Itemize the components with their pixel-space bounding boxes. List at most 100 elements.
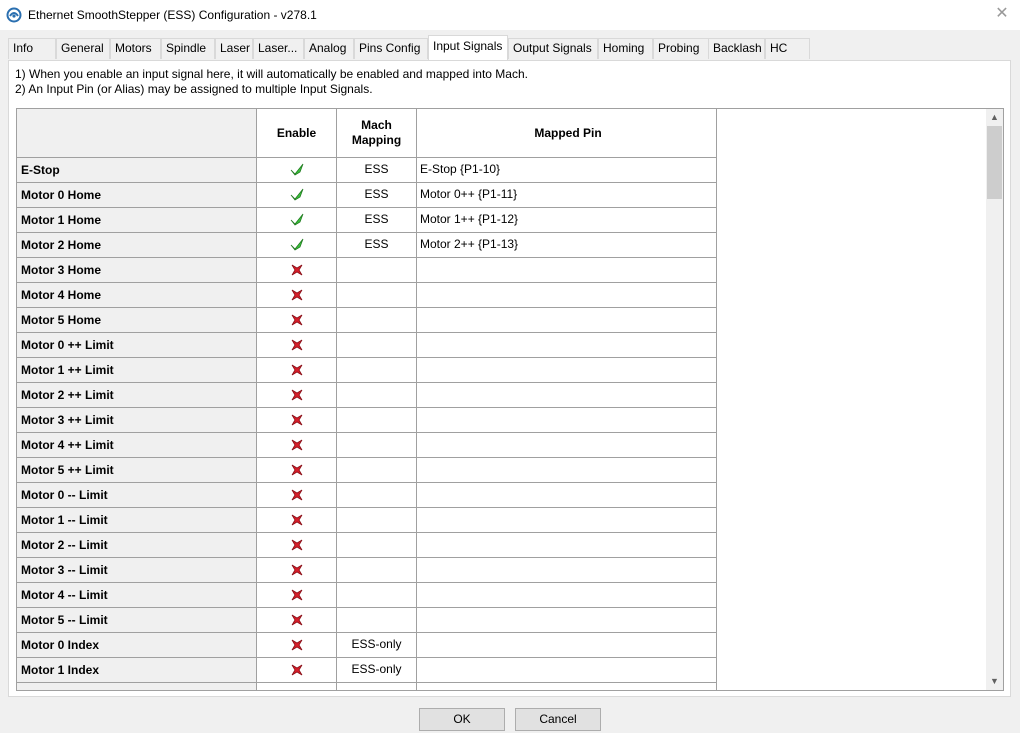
table-row[interactable]: Motor 0 Index ESS-only [17, 633, 717, 658]
red-x-icon[interactable] [290, 513, 304, 527]
mapped-pin-cell[interactable] [417, 458, 717, 483]
close-icon[interactable]: ✕ [992, 4, 1012, 24]
table-row[interactable]: Motor 1 Home ESS Motor 1++ {P1-12} [17, 208, 717, 233]
scrollbar-thumb[interactable] [987, 126, 1002, 199]
mach-mapping-cell[interactable] [337, 583, 417, 608]
enable-cell[interactable] [257, 508, 337, 533]
mach-mapping-cell[interactable] [337, 608, 417, 633]
mapped-pin-cell[interactable]: E-Stop {P1-10} [417, 158, 717, 183]
table-row[interactable] [17, 683, 717, 690]
enable-cell[interactable] [257, 433, 337, 458]
mapped-pin-cell[interactable] [417, 533, 717, 558]
enable-cell[interactable] [257, 533, 337, 558]
mapped-pin-cell[interactable] [417, 358, 717, 383]
mach-mapping-cell[interactable] [337, 683, 417, 690]
table-row[interactable]: Motor 5 -- Limit [17, 608, 717, 633]
mapped-pin-cell[interactable] [417, 608, 717, 633]
mapped-pin-cell[interactable] [417, 683, 717, 690]
table-row[interactable]: Motor 4 Home [17, 283, 717, 308]
red-x-icon[interactable] [290, 363, 304, 377]
tab-pins-config[interactable]: Pins Config [354, 38, 428, 59]
table-row[interactable]: E-Stop ESS E-Stop {P1-10} [17, 158, 717, 183]
mach-mapping-cell[interactable] [337, 358, 417, 383]
enable-cell[interactable] [257, 458, 337, 483]
tab-output-signals[interactable]: Output Signals [508, 38, 598, 59]
table-row[interactable]: Motor 0 ++ Limit [17, 333, 717, 358]
mach-mapping-cell[interactable] [337, 458, 417, 483]
tab-hc[interactable]: HC [765, 38, 810, 59]
mapped-pin-cell[interactable] [417, 508, 717, 533]
red-x-icon[interactable] [290, 463, 304, 477]
enable-cell[interactable] [257, 483, 337, 508]
enable-cell[interactable] [257, 383, 337, 408]
mapped-pin-cell[interactable] [417, 283, 717, 308]
table-row[interactable]: Motor 0 -- Limit [17, 483, 717, 508]
mach-mapping-cell[interactable] [337, 558, 417, 583]
checkmark-icon[interactable] [290, 188, 304, 202]
mapped-pin-cell[interactable] [417, 308, 717, 333]
mapped-pin-cell[interactable] [417, 558, 717, 583]
mach-mapping-cell[interactable] [337, 258, 417, 283]
enable-cell[interactable] [257, 558, 337, 583]
enable-cell[interactable] [257, 408, 337, 433]
enable-cell[interactable] [257, 358, 337, 383]
red-x-icon[interactable] [290, 388, 304, 402]
tab-input-signals[interactable]: Input Signals [428, 35, 508, 60]
table-row[interactable]: Motor 1 ++ Limit [17, 358, 717, 383]
mapped-pin-cell[interactable]: Motor 2++ {P1-13} [417, 233, 717, 258]
red-x-icon[interactable] [290, 288, 304, 302]
checkmark-icon[interactable] [290, 238, 304, 252]
header-mapped-pin[interactable]: Mapped Pin [417, 109, 717, 158]
enable-cell[interactable] [257, 233, 337, 258]
mach-mapping-cell[interactable] [337, 508, 417, 533]
mapped-pin-cell[interactable] [417, 433, 717, 458]
table-row[interactable]: Motor 4 ++ Limit [17, 433, 717, 458]
header-mach-mapping[interactable]: Mach Mapping [337, 109, 417, 158]
red-x-icon[interactable] [290, 438, 304, 452]
tab-general[interactable]: General [56, 38, 110, 59]
tab-homing[interactable]: Homing [598, 38, 653, 59]
mach-mapping-cell[interactable] [337, 483, 417, 508]
enable-cell[interactable] [257, 208, 337, 233]
enable-cell[interactable] [257, 683, 337, 690]
red-x-icon[interactable] [290, 563, 304, 577]
red-x-icon[interactable] [290, 588, 304, 602]
table-row[interactable]: Motor 1 -- Limit [17, 508, 717, 533]
cancel-button[interactable]: Cancel [515, 708, 601, 731]
red-x-icon[interactable] [290, 263, 304, 277]
tab-motors[interactable]: Motors [110, 38, 161, 59]
enable-cell[interactable] [257, 258, 337, 283]
red-x-icon[interactable] [290, 613, 304, 627]
table-row[interactable]: Motor 1 Index ESS-only [17, 658, 717, 683]
mapped-pin-cell[interactable] [417, 483, 717, 508]
mapped-pin-cell[interactable] [417, 583, 717, 608]
table-row[interactable]: Motor 2 ++ Limit [17, 383, 717, 408]
tab-probing[interactable]: Probing [653, 38, 709, 59]
enable-cell[interactable] [257, 633, 337, 658]
enable-cell[interactable] [257, 158, 337, 183]
mach-mapping-cell[interactable] [337, 333, 417, 358]
enable-cell[interactable] [257, 608, 337, 633]
checkmark-icon[interactable] [290, 213, 304, 227]
mach-mapping-cell[interactable] [337, 308, 417, 333]
vertical-scrollbar[interactable]: ▲ ▼ [986, 109, 1003, 690]
mapped-pin-cell[interactable] [417, 633, 717, 658]
tab-laser[interactable]: Laser... [253, 38, 304, 59]
table-row[interactable]: Motor 3 ++ Limit [17, 408, 717, 433]
table-row[interactable]: Motor 5 Home [17, 308, 717, 333]
enable-cell[interactable] [257, 183, 337, 208]
mach-mapping-cell[interactable]: ESS [337, 158, 417, 183]
red-x-icon[interactable] [290, 663, 304, 677]
tab-info[interactable]: Info [8, 38, 56, 59]
tab-backlash[interactable]: Backlash [708, 38, 765, 59]
tab-spindle[interactable]: Spindle [161, 38, 215, 59]
red-x-icon[interactable] [290, 338, 304, 352]
mapped-pin-cell[interactable] [417, 333, 717, 358]
mach-mapping-cell[interactable] [337, 408, 417, 433]
mapped-pin-cell[interactable]: Motor 1++ {P1-12} [417, 208, 717, 233]
tab-analog[interactable]: Analog [304, 38, 354, 59]
mach-mapping-cell[interactable]: ESS-only [337, 658, 417, 683]
table-row[interactable]: Motor 0 Home ESS Motor 0++ {P1-11} [17, 183, 717, 208]
mapped-pin-cell[interactable]: Motor 0++ {P1-11} [417, 183, 717, 208]
table-row[interactable]: Motor 4 -- Limit [17, 583, 717, 608]
